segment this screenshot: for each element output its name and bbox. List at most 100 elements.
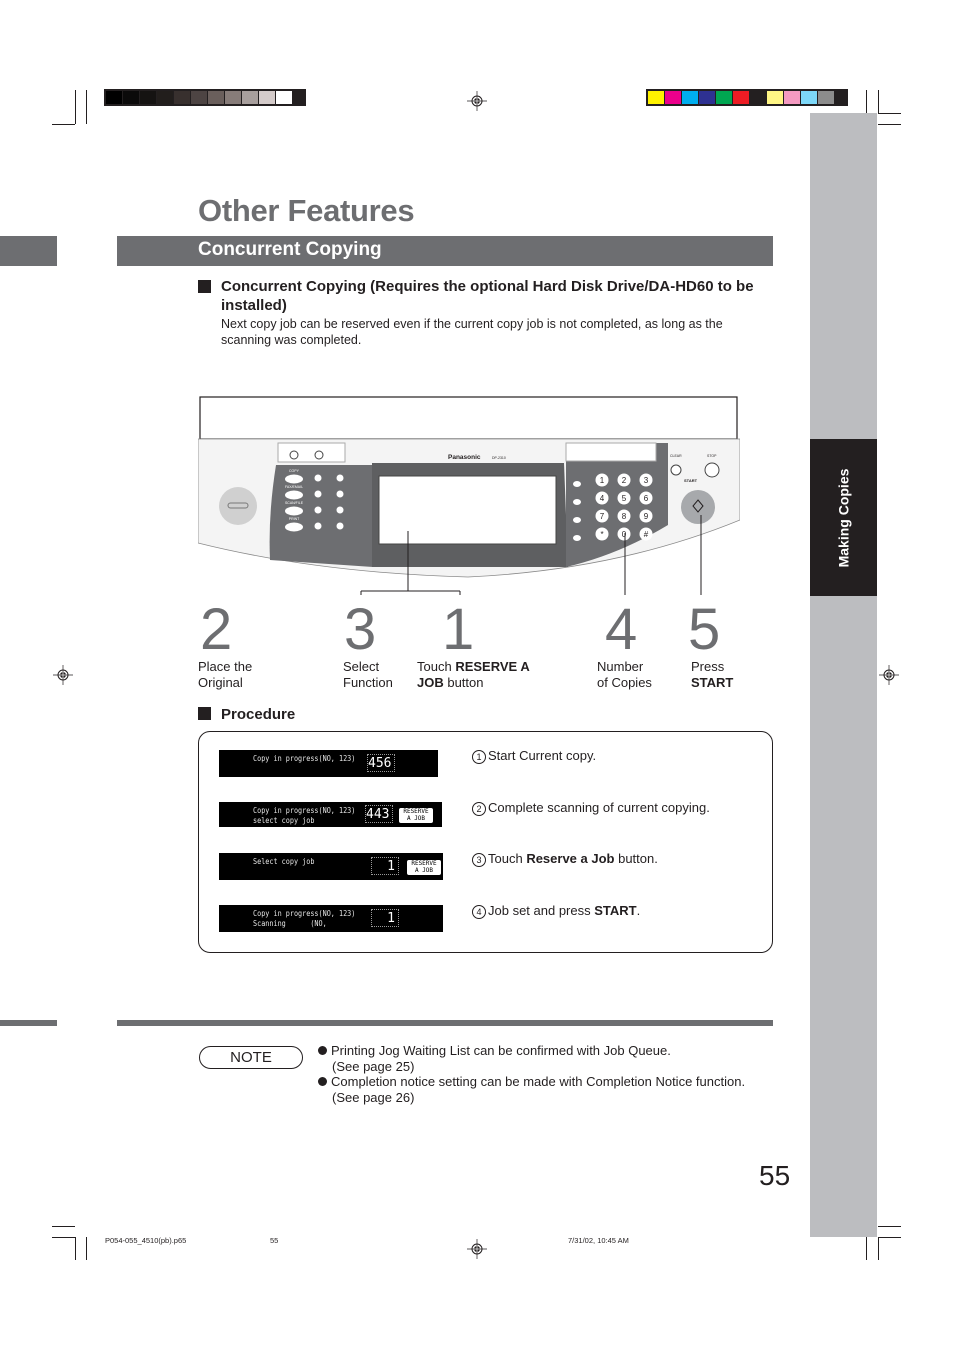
mode-button-scan-file[interactable]: SCAN/FILE <box>285 501 304 516</box>
size-indicator[interactable] <box>314 522 322 530</box>
svg-text:DP-2310: DP-2310 <box>492 456 506 460</box>
color-swatch <box>140 91 156 104</box>
crop-mark <box>86 90 87 124</box>
color-swatch <box>123 91 139 104</box>
bullet-square-icon <box>198 280 211 293</box>
svg-text:STOP: STOP <box>707 454 717 458</box>
size-indicator[interactable] <box>314 474 322 482</box>
svg-text:8: 8 <box>622 512 627 521</box>
crop-mark <box>75 1237 76 1260</box>
crop-mark <box>52 1237 75 1238</box>
size-indicator[interactable] <box>314 506 322 514</box>
crop-mark <box>878 124 901 125</box>
color-swatch <box>818 91 834 104</box>
step-number: 4 <box>605 597 638 662</box>
bullet-dot-icon <box>318 1046 327 1055</box>
svg-text:6: 6 <box>644 494 649 503</box>
svg-text:3: 3 <box>644 476 649 485</box>
function-key[interactable] <box>573 517 581 523</box>
sidebar-tab-label[interactable]: Making Copies <box>810 439 877 596</box>
section-bar-left <box>0 236 57 266</box>
function-key[interactable] <box>573 499 581 505</box>
step-label: Touch RESERVE A JOB button <box>417 659 530 690</box>
crop-mark <box>878 1237 901 1238</box>
keypad-key-#[interactable]: # <box>639 527 653 541</box>
keypad-key-7[interactable]: 7 <box>595 509 609 523</box>
crop-mark <box>86 1237 87 1260</box>
color-swatch <box>767 91 783 104</box>
step-label: Number of Copies <box>597 659 652 690</box>
copy-count: 1 <box>371 909 399 927</box>
svg-text:Panasonic: Panasonic <box>448 454 481 461</box>
color-swatch <box>665 91 681 104</box>
function-key[interactable] <box>573 481 581 487</box>
svg-text:#: # <box>644 530 649 539</box>
crop-mark <box>878 90 879 113</box>
color-swatch <box>174 91 190 104</box>
color-swatch <box>242 91 258 104</box>
svg-text:CLEAR: CLEAR <box>670 454 682 458</box>
size-indicator[interactable] <box>336 490 344 498</box>
divider <box>117 1020 773 1026</box>
lcd-screen: Select copy job 1 RESERVE A JOB <box>219 853 443 880</box>
color-swatch <box>733 91 749 104</box>
crop-mark <box>878 1226 901 1227</box>
crop-mark <box>52 124 75 125</box>
color-swatch <box>784 91 800 104</box>
crop-mark <box>866 90 867 113</box>
bullet-square-icon <box>198 707 211 720</box>
reserve-job-button[interactable]: RESERVE A JOB <box>407 860 441 875</box>
procedure-step: 4 Job set and press START. <box>472 903 640 919</box>
svg-text:COPY: COPY <box>289 469 300 473</box>
start-button <box>681 490 715 524</box>
note-item: Printing Jog Waiting List can be confirm… <box>318 1043 671 1074</box>
registration-mark-icon <box>467 1239 487 1259</box>
svg-text:5: 5 <box>622 494 627 503</box>
grayscale-calibration-bar <box>104 89 306 106</box>
function-key[interactable] <box>573 535 581 541</box>
svg-text:SCAN/FILE: SCAN/FILE <box>285 501 304 505</box>
copy-count: 443 <box>365 805 393 823</box>
copy-count: 1 <box>371 857 399 875</box>
keypad-key-4[interactable]: 4 <box>595 491 609 505</box>
svg-text:START: START <box>684 478 698 483</box>
color-swatch <box>276 91 292 104</box>
mode-button-fax-email[interactable]: FAX/EMAIL <box>285 485 303 500</box>
reserve-job-button[interactable]: RESERVE A JOB <box>399 808 433 823</box>
keypad-key-3[interactable]: 3 <box>639 473 653 487</box>
subsection-heading: Concurrent Copying (Requires the optiona… <box>198 277 768 315</box>
color-swatch <box>682 91 698 104</box>
step-number: 2 <box>200 597 233 662</box>
keypad-key-*[interactable]: * <box>595 527 609 541</box>
keypad-key-0[interactable]: 0 <box>617 527 631 541</box>
step-number: 1 <box>442 597 475 662</box>
color-swatch <box>716 91 732 104</box>
size-indicator[interactable] <box>314 490 322 498</box>
keypad-key-1[interactable]: 1 <box>595 473 609 487</box>
page-number: 55 <box>759 1160 791 1191</box>
procedure-step: 2 Complete scanning of current copying. <box>472 800 710 816</box>
footer-file: P054-055_4510(pb).p65 <box>105 1236 187 1245</box>
svg-text:1: 1 <box>600 476 605 485</box>
crop-mark <box>52 1226 75 1227</box>
keypad-key-2[interactable]: 2 <box>617 473 631 487</box>
divider <box>0 1020 57 1026</box>
step-number: 5 <box>688 597 721 662</box>
procedure-step: 3 Touch Reserve a Job button. <box>472 851 658 867</box>
lcd-screen: Copy in progress(NO, 123) select copy jo… <box>219 802 442 827</box>
procedure-heading: Procedure <box>198 706 295 723</box>
size-indicator[interactable] <box>336 522 344 530</box>
color-swatch <box>259 91 275 104</box>
sidebar-strip <box>810 113 877 1237</box>
step-label: Press START <box>691 659 734 690</box>
keypad-key-6[interactable]: 6 <box>639 491 653 505</box>
keypad-key-9[interactable]: 9 <box>639 509 653 523</box>
keypad-key-8[interactable]: 8 <box>617 509 631 523</box>
color-swatch <box>106 91 122 104</box>
color-swatch <box>225 91 241 104</box>
size-indicator[interactable] <box>336 506 344 514</box>
keypad-key-5[interactable]: 5 <box>617 491 631 505</box>
size-indicator[interactable] <box>336 474 344 482</box>
crop-mark <box>878 1237 879 1260</box>
svg-text:4: 4 <box>600 494 605 503</box>
